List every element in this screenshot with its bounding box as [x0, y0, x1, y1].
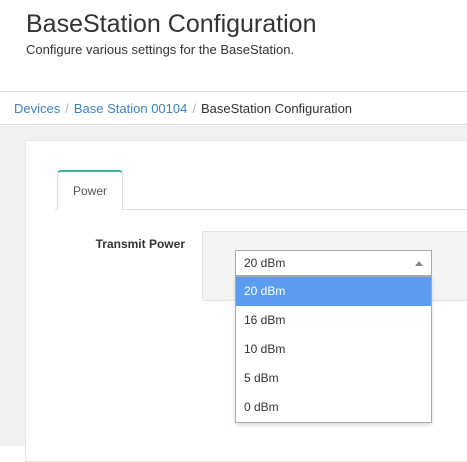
transmit-power-selected-value: 20 dBm — [244, 256, 286, 270]
breadcrumb-base-station-link[interactable]: Base Station 00104 — [74, 101, 187, 116]
breadcrumb: Devices / Base Station 00104 / BaseStati… — [0, 91, 467, 125]
page-title: BaseStation Configuration — [26, 10, 317, 38]
breadcrumb-devices-link[interactable]: Devices — [14, 101, 60, 116]
page-subtitle: Configure various settings for the BaseS… — [26, 42, 295, 57]
dropdown-option-20-dbm[interactable]: 20 dBm — [236, 277, 431, 306]
chevron-up-icon — [415, 261, 423, 266]
breadcrumb-separator: / — [192, 100, 196, 116]
transmit-power-dropdown: 20 dBm 16 dBm 10 dBm 5 dBm 0 dBm — [235, 276, 432, 423]
breadcrumb-separator: / — [65, 100, 69, 116]
transmit-power-select[interactable]: 20 dBm — [235, 250, 432, 276]
breadcrumb-current: BaseStation Configuration — [200, 100, 353, 116]
dropdown-option-5-dbm[interactable]: 5 dBm — [236, 364, 431, 393]
page-header: BaseStation Configuration Configure vari… — [26, 8, 467, 57]
dropdown-option-10-dbm[interactable]: 10 dBm — [236, 335, 431, 364]
dropdown-option-0-dbm[interactable]: 0 dBm — [236, 393, 431, 422]
dropdown-option-16-dbm[interactable]: 16 dBm — [236, 306, 431, 335]
transmit-power-label: Transmit Power — [95, 237, 185, 251]
tab-power[interactable]: Power — [57, 170, 123, 210]
